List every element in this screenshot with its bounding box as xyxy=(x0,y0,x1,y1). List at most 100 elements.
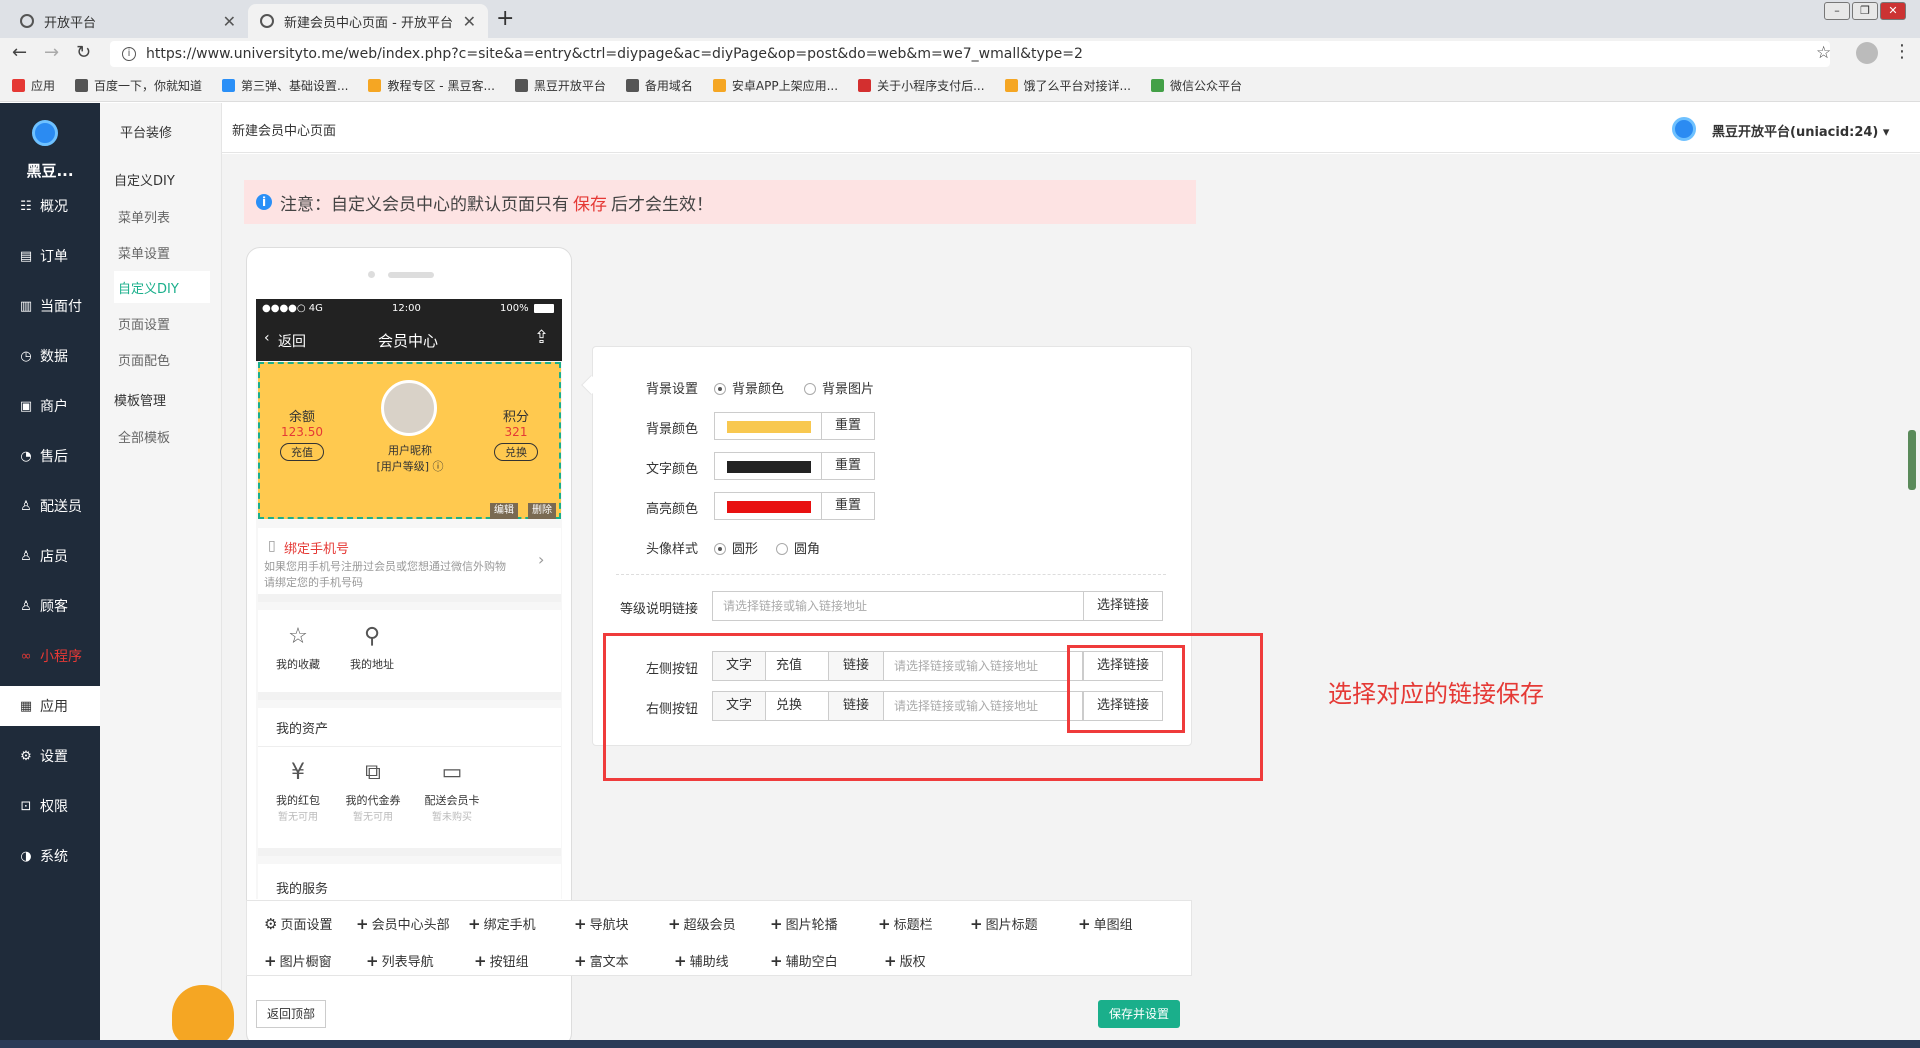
sidebar-item-system[interactable]: ◑ 系统 xyxy=(0,836,100,876)
subnav-item-menu-list[interactable]: 菜单列表 xyxy=(114,200,210,232)
text-color-reset-button[interactable]: 重置 xyxy=(821,452,875,480)
bookmark-item[interactable]: 备用域名 xyxy=(625,77,693,94)
subnav-item-page-settings[interactable]: 页面设置 xyxy=(114,307,210,339)
toolbar-item[interactable]: + 辅助空白 xyxy=(770,951,838,970)
ticket-icon: ⧉ xyxy=(365,760,381,785)
sidebar-item-lock[interactable]: ⊡ 权限 xyxy=(0,786,100,826)
sidebar-item-courier[interactable]: ♙ 配送员 xyxy=(0,486,100,526)
close-tab-icon[interactable]: ✕ xyxy=(223,12,236,31)
share-icon[interactable]: ⇪ xyxy=(534,327,549,348)
new-tab-button[interactable]: + xyxy=(496,6,514,31)
browser-tab-1[interactable]: 开放平台 ✕ xyxy=(8,4,248,38)
profile-avatar[interactable] xyxy=(1856,42,1878,64)
toolbar-item[interactable]: + 版权 xyxy=(884,951,926,970)
toolbar-item[interactable]: + 标题栏 xyxy=(878,914,933,933)
subnav-item-page-colors[interactable]: 页面配色 xyxy=(114,343,210,375)
phone-back[interactable]: 返回 xyxy=(278,331,306,351)
radio-checked[interactable] xyxy=(714,383,726,395)
save-and-set-button[interactable]: 保存并设置 xyxy=(1098,1000,1180,1028)
exchange-button[interactable]: 兑换 xyxy=(494,443,538,461)
bookmark-item[interactable]: 教程专区 - 黑豆客... xyxy=(368,77,495,94)
back-chevron-icon[interactable]: ‹ xyxy=(264,330,270,346)
level-choose-link-button[interactable]: 选择链接 xyxy=(1083,591,1163,621)
bookmark-item[interactable]: 应用 xyxy=(12,77,55,94)
my-vouchers[interactable]: ⧉ 我的代金券 暂无可用 xyxy=(338,760,408,823)
toolbar-item[interactable]: + 图片轮播 xyxy=(770,914,838,933)
subnav-item-menu-settings[interactable]: 菜单设置 xyxy=(114,236,210,268)
browser-menu-icon[interactable]: ⋮ xyxy=(1893,41,1911,62)
page-scrollbar[interactable] xyxy=(1908,430,1916,490)
bookmark-item[interactable]: 黑豆开放平台 xyxy=(514,77,606,94)
avatar-circle-radio[interactable]: 圆形 xyxy=(714,538,758,557)
toolbar-item[interactable]: + 按钮组 xyxy=(474,951,529,970)
sidebar-item-customer[interactable]: ♙ 顾客 xyxy=(0,586,100,626)
subnav-group-diy[interactable]: 自定义DIY xyxy=(114,170,175,189)
radio-unchecked[interactable] xyxy=(804,383,816,395)
toolbar-item[interactable]: + 绑定手机 xyxy=(468,914,536,933)
info-icon[interactable]: i xyxy=(122,47,136,61)
bg-image-radio[interactable]: 背景图片 xyxy=(804,378,874,397)
reload-icon[interactable]: ↻ xyxy=(76,42,91,63)
avatar-rounded-radio[interactable]: 圆角 xyxy=(776,538,820,557)
toolbar-item[interactable]: ⚙ 页面设置 xyxy=(264,914,332,933)
toolbar-item[interactable]: + 辅助线 xyxy=(674,951,729,970)
toolbar-item[interactable]: + 超级会员 xyxy=(668,914,736,933)
my-red-packets[interactable]: ¥ 我的红包 暂无可用 xyxy=(266,760,330,823)
highlight-color-reset-button[interactable]: 重置 xyxy=(821,492,875,520)
browser-tab-2[interactable]: 新建会员中心页面 - 开放平台 ✕ xyxy=(248,4,488,38)
back-arrow-icon[interactable]: ← xyxy=(12,42,27,63)
bg-color-picker[interactable] xyxy=(714,412,822,440)
toolbar-item[interactable]: + 图片标题 xyxy=(970,914,1038,933)
radio-unchecked[interactable] xyxy=(776,543,788,555)
subnav-group-templates[interactable]: 模板管理 xyxy=(114,390,166,409)
edit-block-button[interactable]: 编辑 xyxy=(490,503,518,519)
restore-button[interactable]: ❐ xyxy=(1852,2,1878,20)
back-to-top-button[interactable]: 返回顶部 xyxy=(256,1000,326,1028)
bookmark-star-icon[interactable]: ☆ xyxy=(1816,43,1831,63)
bookmark-item[interactable]: 关于小程序支付后... xyxy=(858,77,985,94)
red-packet-icon: ¥ xyxy=(291,760,305,785)
highlight-color-picker[interactable] xyxy=(714,492,822,520)
delete-block-button[interactable]: 删除 xyxy=(528,503,556,519)
subnav-item-custom-diy[interactable]: 自定义DIY xyxy=(114,271,210,303)
cat-mascot[interactable] xyxy=(172,985,234,1045)
sidebar-item-app[interactable]: ▦ 应用 xyxy=(0,686,100,726)
url-bar[interactable]: i https://www.universityto.me/web/index.… xyxy=(110,41,1830,67)
account-switcher[interactable]: 黑豆开放平台(uniacid:24) ▾ xyxy=(1712,121,1889,140)
minimize-button[interactable]: – xyxy=(1824,2,1850,20)
level-link-input[interactable]: 请选择链接或输入链接地址 xyxy=(712,591,1084,621)
toolbar-item[interactable]: + 导航块 xyxy=(574,914,629,933)
toolbar-item[interactable]: + 图片橱窗 xyxy=(264,951,332,970)
toolbar-item[interactable]: + 列表导航 xyxy=(366,951,434,970)
bind-phone-block[interactable]: ▯ 绑定手机号 如果您用手机号注册过会员或您想通过微信外购物 请绑定您的手机号码… xyxy=(258,528,561,602)
sidebar-item-order[interactable]: ▤ 订单 xyxy=(0,236,100,276)
bg-color-radio[interactable]: 背景颜色 xyxy=(714,378,784,397)
sidebar-item-data[interactable]: ◷ 数据 xyxy=(0,336,100,376)
sidebar-item-overview[interactable]: ☷ 概况 xyxy=(0,186,100,226)
recharge-button[interactable]: 充值 xyxy=(280,443,324,461)
bookmark-item[interactable]: 安卓APP上架应用... xyxy=(712,77,838,94)
sidebar-item-pay[interactable]: ▥ 当面付 xyxy=(0,286,100,326)
sidebar-item-clerk[interactable]: ♙ 店员 xyxy=(0,536,100,576)
toolbar-item[interactable]: + 会员中心头部 xyxy=(356,914,450,933)
toolbar-item[interactable]: + 单图组 xyxy=(1078,914,1133,933)
sidebar-item-aftersale[interactable]: ◔ 售后 xyxy=(0,436,100,476)
my-favorites[interactable]: ☆ 我的收藏 xyxy=(268,624,328,672)
sidebar-item-settings[interactable]: ⚙ 设置 xyxy=(0,736,100,776)
forward-arrow-icon[interactable]: → xyxy=(44,42,59,63)
delivery-member-card[interactable]: ▭ 配送会员卡 暂未购买 xyxy=(416,760,488,823)
bookmark-item[interactable]: 微信公众平台 xyxy=(1150,77,1242,94)
toolbar-item[interactable]: + 富文本 xyxy=(574,951,629,970)
close-window-button[interactable]: ✕ xyxy=(1880,2,1906,20)
sidebar-item-store[interactable]: ▣ 商户 xyxy=(0,386,100,426)
text-color-picker[interactable] xyxy=(714,452,822,480)
sidebar-item-miniapp[interactable]: ∞ 小程序 xyxy=(0,636,100,676)
bookmark-item[interactable]: 第三弹、基础设置... xyxy=(222,77,348,94)
bookmark-item[interactable]: 饿了么平台对接详... xyxy=(1004,77,1131,94)
close-tab-icon[interactable]: ✕ xyxy=(463,12,476,31)
radio-checked[interactable] xyxy=(714,543,726,555)
my-address[interactable]: ⚲ 我的地址 xyxy=(342,624,402,672)
bookmark-item[interactable]: 百度一下，你就知道 xyxy=(75,77,202,94)
bg-color-reset-button[interactable]: 重置 xyxy=(821,412,875,440)
subnav-item-all-templates[interactable]: 全部模板 xyxy=(114,420,210,452)
